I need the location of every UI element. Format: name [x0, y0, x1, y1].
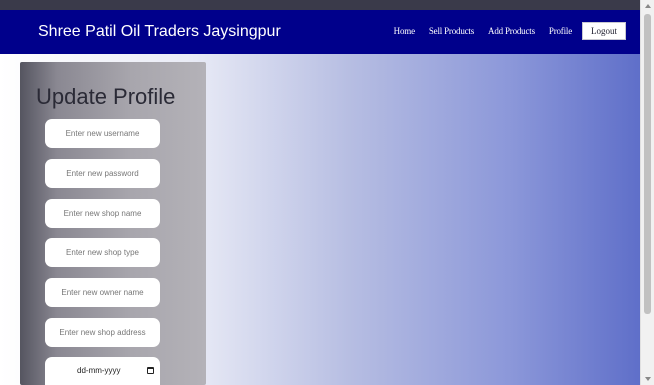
- nav-link-home[interactable]: Home: [394, 26, 415, 36]
- nav-link-sell-products[interactable]: Sell Products: [429, 26, 474, 36]
- date-input[interactable]: dd-mm-yyyy: [45, 357, 160, 385]
- shop-name-input[interactable]: [45, 199, 160, 228]
- shop-address-input[interactable]: [45, 318, 160, 347]
- date-placeholder: dd-mm-yyyy: [77, 366, 121, 375]
- vertical-scrollbar[interactable]: [640, 0, 654, 385]
- window-top-strip: [0, 0, 640, 10]
- nav-link-profile[interactable]: Profile: [549, 26, 572, 36]
- scroll-up-icon[interactable]: [645, 4, 651, 8]
- panel-title: Update Profile: [36, 84, 176, 109]
- owner-name-input[interactable]: [45, 278, 160, 307]
- password-input[interactable]: [45, 159, 160, 188]
- nav-links: Home Sell Products Add Products Profile …: [380, 22, 626, 40]
- navbar: Shree Patil Oil Traders Jaysingpur Home …: [0, 10, 640, 54]
- calendar-icon[interactable]: [147, 367, 154, 374]
- nav-link-add-products[interactable]: Add Products: [488, 26, 535, 36]
- username-input[interactable]: [45, 119, 160, 148]
- scroll-down-icon[interactable]: [645, 377, 651, 381]
- logout-button[interactable]: Logout: [582, 22, 626, 40]
- brand-title: Shree Patil Oil Traders Jaysingpur: [38, 23, 281, 40]
- page: Shree Patil Oil Traders Jaysingpur Home …: [0, 0, 654, 385]
- update-profile-panel: Update Profile dd-mm-yyyy: [20, 62, 206, 385]
- shop-type-input[interactable]: [45, 238, 160, 267]
- scroll-thumb[interactable]: [644, 14, 651, 314]
